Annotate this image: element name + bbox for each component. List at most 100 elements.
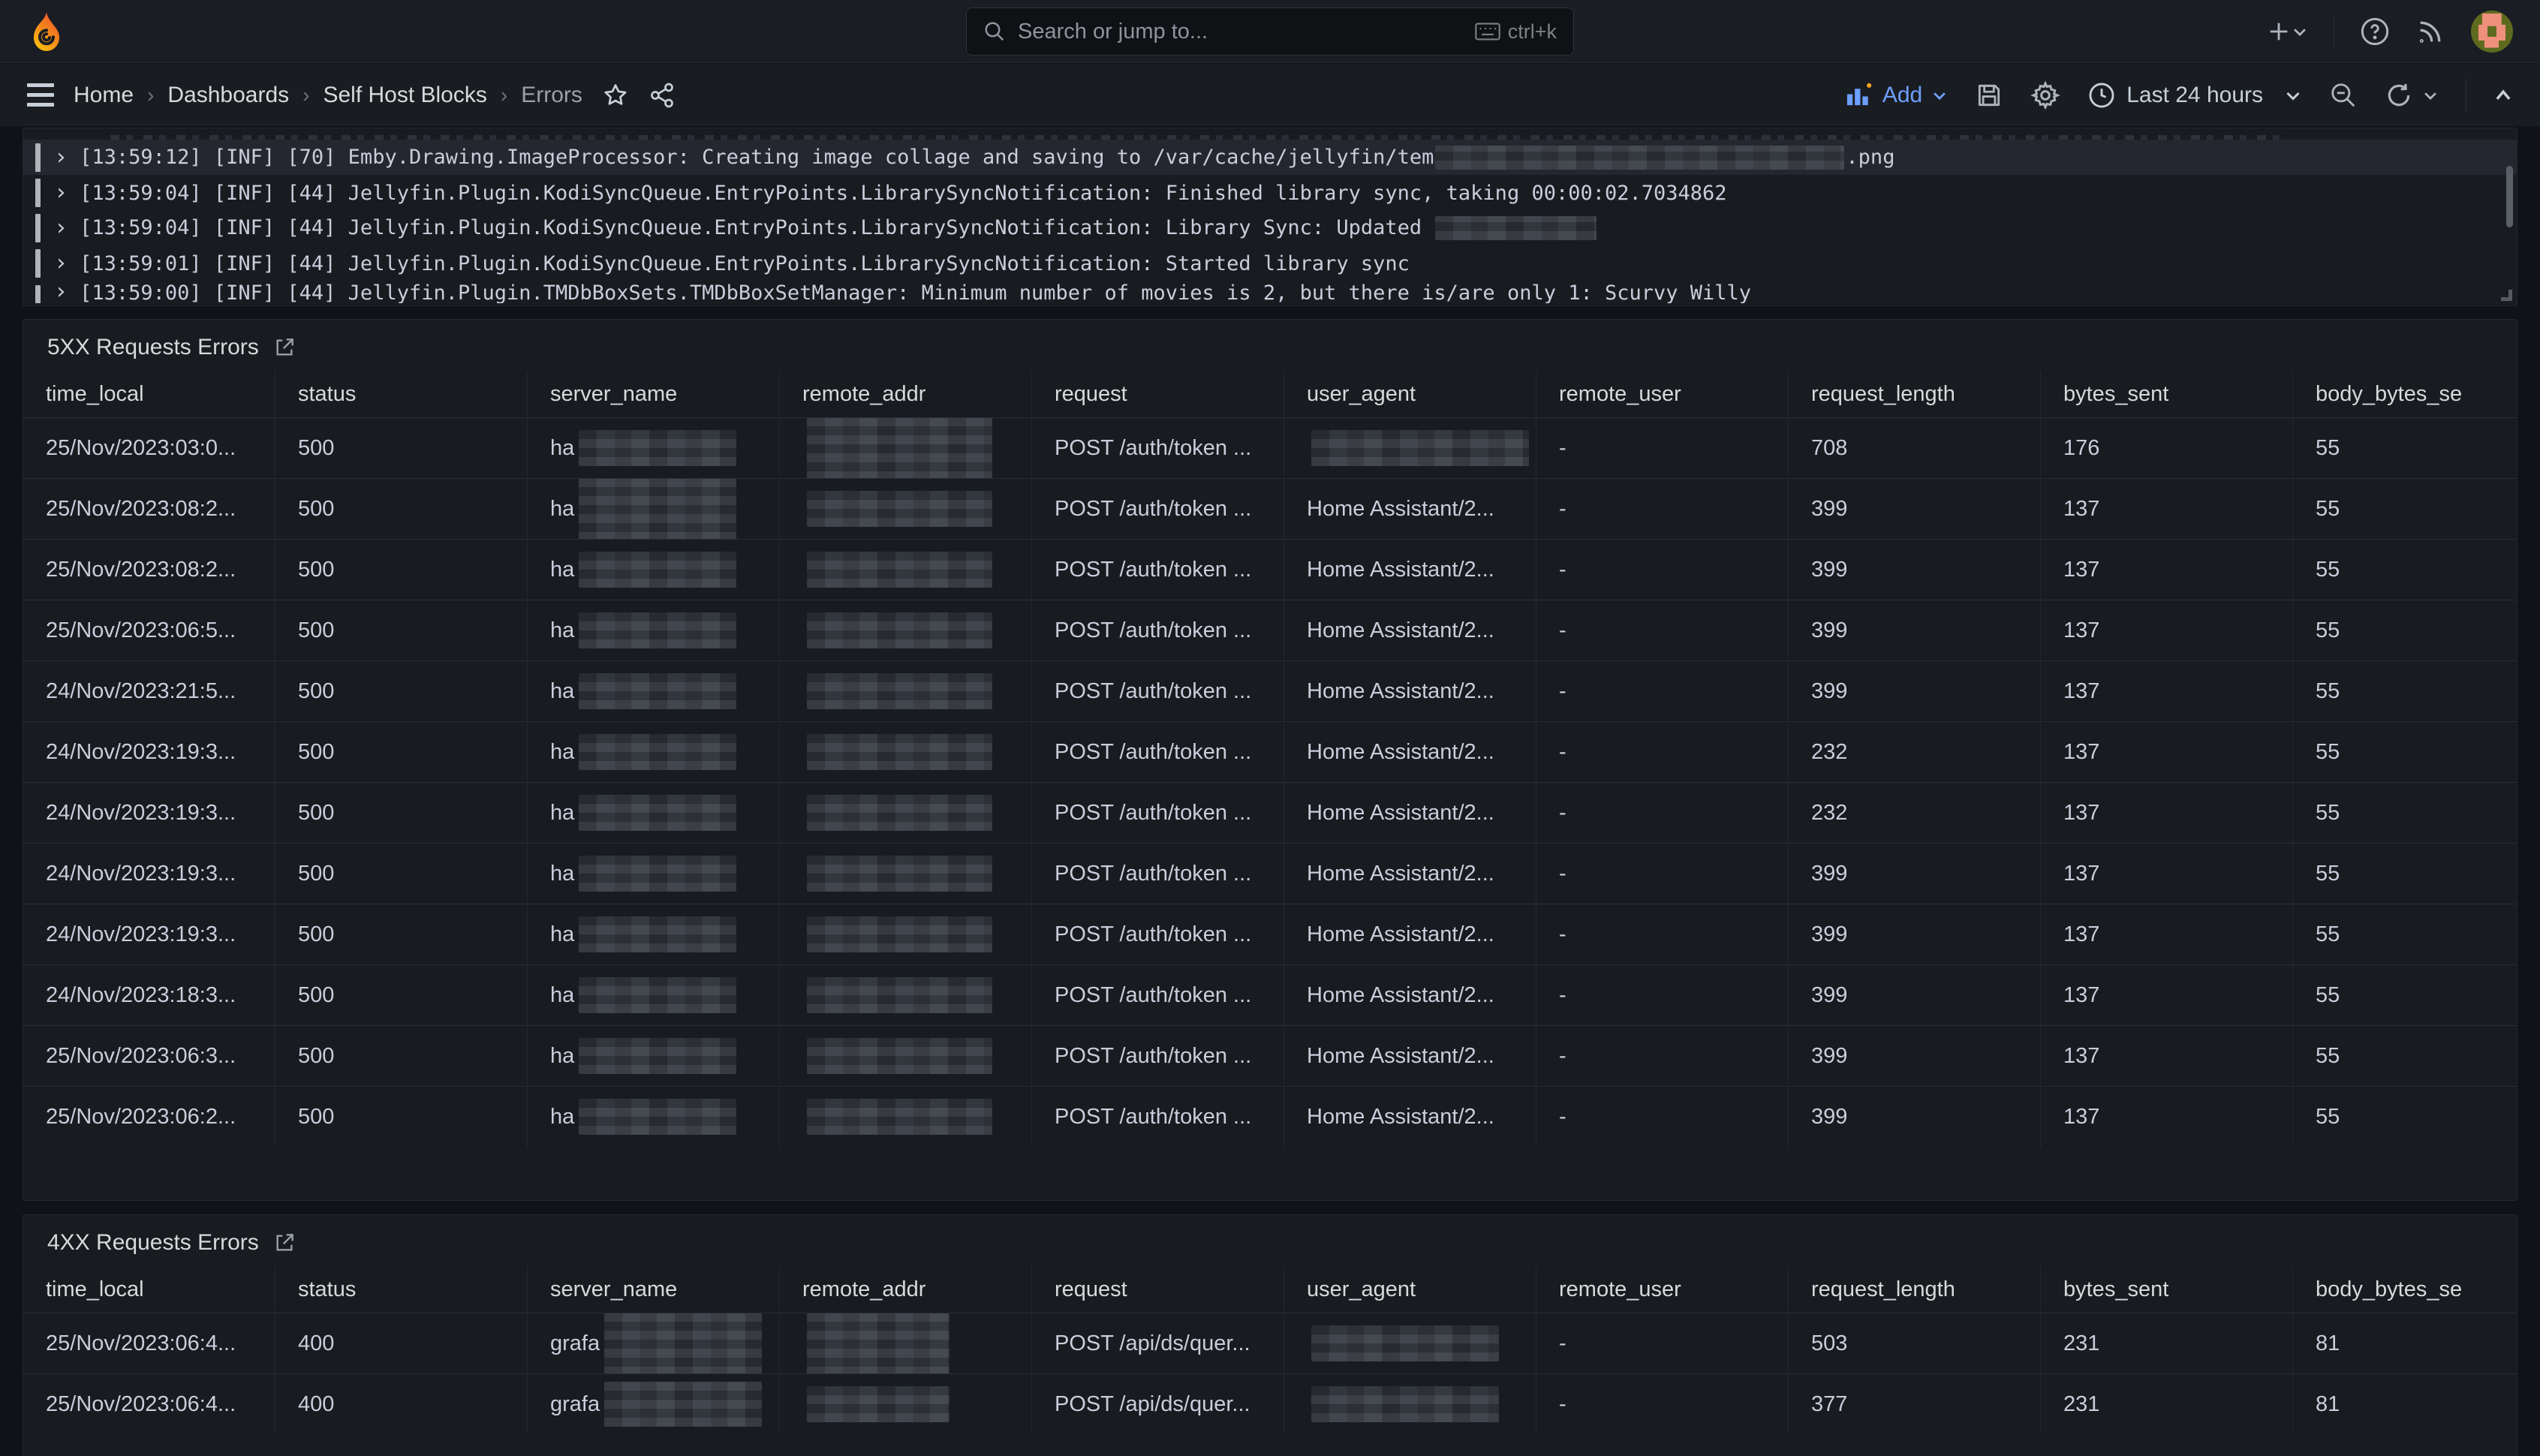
table-cell: ha	[528, 965, 780, 1025]
column-header[interactable]: request_length	[1789, 1266, 2041, 1313]
chevron-down-icon	[1931, 87, 1948, 104]
redacted-text	[1311, 1386, 1499, 1422]
table-cell: 137	[2041, 600, 2293, 660]
table-cell: POST /auth/token ...	[1032, 479, 1284, 539]
breadcrumb-home[interactable]: Home	[74, 83, 134, 108]
expand-log-icon[interactable]: ›	[54, 217, 68, 239]
column-header[interactable]: request	[1032, 371, 1284, 417]
search-input[interactable]	[1018, 20, 1475, 44]
table-row: 24/Nov/2023:19:3...500haPOST /auth/token…	[23, 782, 2517, 843]
refresh-icon[interactable]	[2385, 81, 2439, 110]
column-header[interactable]: bytes_sent	[2041, 371, 2293, 417]
grafana-logo[interactable]	[27, 10, 66, 53]
favorite-star-icon[interactable]	[602, 82, 629, 109]
column-header[interactable]: body_bytes_se	[2293, 371, 2517, 417]
log-text: [13:59:04] [INF] [44] Jellyfin.Plugin.Ko…	[80, 215, 1598, 240]
log-row[interactable]: ›[13:59:00] [INF] [44] Jellyfin.Plugin.T…	[23, 281, 2517, 303]
column-header[interactable]: time_local	[23, 371, 275, 417]
user-avatar[interactable]	[2471, 11, 2513, 53]
table-cell: -	[1536, 783, 1789, 843]
table-cell: 231	[2041, 1374, 2293, 1434]
log-row[interactable]: ›[13:59:04] [INF] [44] Jellyfin.Plugin.K…	[23, 175, 2517, 210]
panel-title[interactable]: 4XX Requests Errors	[47, 1230, 259, 1256]
table-cell: ha	[528, 600, 780, 660]
table-cell	[780, 783, 1032, 843]
log-row[interactable]: › [13:59:12] [INF] [70] Emby.Drawing.Imag…	[23, 140, 2517, 175]
table-cell	[780, 418, 1032, 478]
table-cell: 137	[2041, 722, 2293, 782]
table-cell: 25/Nov/2023:08:2...	[23, 540, 275, 600]
share-icon[interactable]	[649, 82, 676, 109]
table-cell: POST /api/ds/quer...	[1032, 1313, 1284, 1373]
expand-log-icon[interactable]: ›	[54, 252, 68, 275]
table-cell: 500	[275, 540, 528, 600]
external-link-icon[interactable]	[272, 335, 296, 359]
table-cell: Home Assistant/2...	[1284, 844, 1536, 904]
save-dashboard-icon[interactable]	[1975, 81, 2003, 110]
table-cell	[780, 722, 1032, 782]
expand-log-icon[interactable]: ›	[54, 146, 68, 169]
redacted-text	[807, 977, 992, 1013]
table-cell: 137	[2041, 844, 2293, 904]
expand-log-icon[interactable]: ›	[54, 182, 68, 204]
column-header[interactable]: remote_user	[1536, 371, 1789, 417]
log-row[interactable]: › [13:59:04] [INF] [44] Jellyfin.Plugin.K…	[23, 210, 2517, 245]
new-button[interactable]	[2266, 19, 2308, 44]
time-range-picker[interactable]: Last 24 hours	[2087, 81, 2302, 110]
table-cell: 24/Nov/2023:19:3...	[23, 722, 275, 782]
breadcrumb-dashboards[interactable]: Dashboards	[167, 83, 289, 108]
chevron-down-icon	[2284, 86, 2302, 104]
top-navigation-bar: ctrl+k	[0, 0, 2540, 63]
column-header[interactable]: status	[275, 371, 528, 417]
dashboard-settings-icon[interactable]	[2030, 80, 2060, 110]
scrollbar-thumb[interactable]	[2506, 166, 2513, 227]
search-box[interactable]: ctrl+k	[966, 8, 1574, 56]
log-level-bar	[35, 285, 41, 303]
panel-title[interactable]: 5XX Requests Errors	[47, 335, 259, 360]
column-header[interactable]: body_bytes_se	[2293, 1266, 2517, 1313]
column-header[interactable]: user_agent	[1284, 1266, 1536, 1313]
log-text: [13:59:12] [INF] [70] Emby.Drawing.Image…	[80, 145, 1894, 170]
table-cell: 24/Nov/2023:18:3...	[23, 965, 275, 1025]
table-cell	[1284, 1313, 1536, 1373]
news-rss-icon[interactable]	[2415, 17, 2445, 47]
column-header[interactable]: time_local	[23, 1266, 275, 1313]
help-icon[interactable]	[2360, 17, 2390, 47]
add-panel-button[interactable]: Add	[1845, 83, 1948, 108]
table-cell: POST /auth/token ...	[1032, 965, 1284, 1025]
breadcrumb-separator: ›	[147, 83, 154, 107]
table-cell: 399	[1789, 904, 2041, 964]
table-cell: 55	[2293, 722, 2517, 782]
table-cell: POST /auth/token ...	[1032, 783, 1284, 843]
log-row[interactable]: ›[13:59:01] [INF] [44] Jellyfin.Plugin.K…	[23, 245, 2517, 281]
column-header[interactable]: bytes_sent	[2041, 1266, 2293, 1313]
table-cell: 400	[275, 1313, 528, 1373]
expand-log-icon[interactable]: ›	[54, 281, 68, 303]
add-panel-icon	[1845, 83, 1873, 108]
menu-icon[interactable]	[27, 83, 54, 107]
table-cell: 81	[2293, 1374, 2517, 1434]
table-cell	[780, 1313, 1032, 1373]
column-header[interactable]: user_agent	[1284, 371, 1536, 417]
panel-resize-handle[interactable]	[2501, 290, 2512, 301]
redacted-text	[1435, 146, 1844, 170]
column-header[interactable]: remote_addr	[780, 371, 1032, 417]
external-link-icon[interactable]	[272, 1231, 296, 1255]
breadcrumb-self-host-blocks[interactable]: Self Host Blocks	[323, 83, 486, 108]
column-header[interactable]: request_length	[1789, 371, 2041, 417]
collapse-toolbar-icon[interactable]	[2493, 86, 2513, 105]
column-header[interactable]: remote_user	[1536, 1266, 1789, 1313]
table-row: 24/Nov/2023:21:5...500haPOST /auth/token…	[23, 660, 2517, 721]
breadcrumb-errors[interactable]: Errors	[521, 83, 582, 108]
table-cell: ha	[528, 1026, 780, 1086]
column-header[interactable]: status	[275, 1266, 528, 1313]
column-header[interactable]: server_name	[528, 1266, 780, 1313]
table-cell: -	[1536, 844, 1789, 904]
table-cell: 24/Nov/2023:19:3...	[23, 844, 275, 904]
zoom-out-time-icon[interactable]	[2329, 81, 2358, 110]
table-row: 24/Nov/2023:19:3...500haPOST /auth/token…	[23, 843, 2517, 904]
column-header[interactable]: server_name	[528, 371, 780, 417]
redacted-text	[807, 673, 992, 709]
column-header[interactable]: request	[1032, 1266, 1284, 1313]
column-header[interactable]: remote_addr	[780, 1266, 1032, 1313]
